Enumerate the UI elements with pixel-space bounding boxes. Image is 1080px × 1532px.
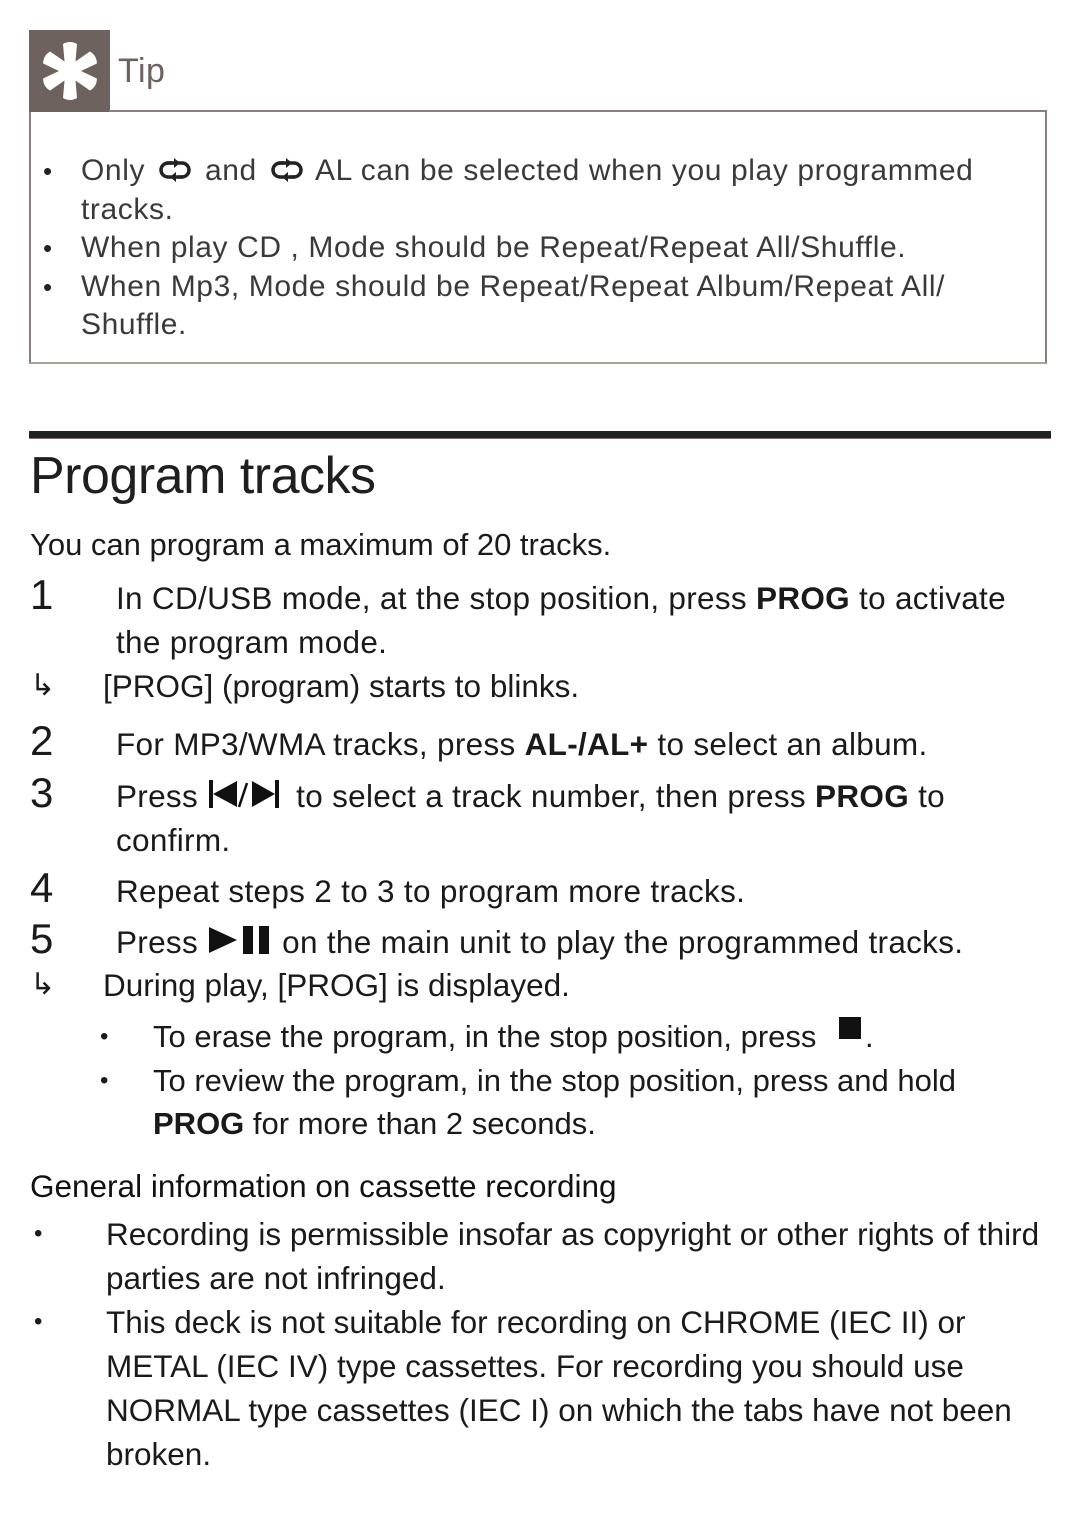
- notes-list: • To erase the program, in the stop posi…: [100, 1015, 1052, 1146]
- step-2: 2 For MP3/WMA tracks, press AL-/AL+ to s…: [30, 717, 1052, 766]
- tip-text: When Mp3, Mode should be Repeat/Repeat A…: [81, 269, 946, 342]
- step-number: 1: [30, 571, 54, 618]
- step-3: 3 Press to select a track number, then p…: [30, 769, 1052, 862]
- step-text: Press to select a track number, then pre…: [116, 774, 1052, 862]
- text: To review the program, in the stop posit…: [153, 1062, 957, 1098]
- result-arrow-icon: ↳: [30, 968, 56, 1001]
- tip-text: Only: [81, 154, 146, 187]
- step-text: Press on the main unit to play the progr…: [116, 920, 1052, 964]
- text: For MP3/WMA tracks, press: [116, 726, 516, 762]
- result-arrow-icon: ↳: [30, 669, 56, 702]
- step-5: 5 Press on the main unit to play the pro…: [30, 915, 1052, 964]
- bullet: •: [43, 233, 53, 263]
- step-4: 4 Repeat steps 2 to 3 to program more tr…: [30, 864, 1052, 913]
- bullet: •: [43, 271, 53, 302]
- repeat-icon: [159, 158, 191, 182]
- section-divider: [29, 431, 1051, 439]
- previous-next-icon: [209, 780, 280, 808]
- step-text: In CD/USB mode, at the stop position, pr…: [116, 576, 1052, 664]
- step-number: 5: [30, 915, 54, 962]
- text: Press: [116, 778, 199, 814]
- album-key: AL-/AL+: [524, 726, 649, 762]
- text: Recording is permissible insofar as copy…: [106, 1216, 1040, 1296]
- tip-text: and: [204, 154, 257, 187]
- tip-item: • Only and AL can be selected when you p…: [43, 152, 1005, 229]
- general-info-item: • This deck is not suitable for recordin…: [30, 1300, 1050, 1476]
- text: To erase the program, in the stop positi…: [153, 1019, 817, 1054]
- step-text: For MP3/WMA tracks, press AL-/AL+ to sel…: [116, 722, 1052, 766]
- prog-key: PROG: [153, 1106, 245, 1141]
- tip-item: • When play CD , Mode should be Repeat/R…: [43, 229, 1005, 268]
- bullet: •: [34, 1220, 43, 1247]
- result-text: [PROG] (program) starts to blinks.: [103, 668, 580, 704]
- general-info-heading: General information on cassette recordin…: [30, 1168, 617, 1204]
- text: Press: [116, 924, 199, 960]
- note-item: • To erase the program, in the stop posi…: [100, 1015, 1052, 1059]
- bullet: •: [43, 156, 53, 186]
- tip-icon-box: [29, 30, 110, 111]
- prog-key: PROG: [756, 580, 850, 616]
- tip-item: • When Mp3, Mode should be Repeat/Repeat…: [43, 268, 1005, 345]
- general-info-item: • Recording is permissible insofar as co…: [30, 1212, 1050, 1300]
- text: In CD/USB mode, at the stop position, pr…: [116, 580, 747, 616]
- tip-box: • Only and AL can be selected when you p…: [29, 110, 1047, 364]
- tip-text: When play CD , Mode should be Repeat/Rep…: [81, 231, 907, 264]
- bullet: •: [34, 1308, 43, 1335]
- asterisk-tip-icon: [42, 41, 97, 100]
- text: .: [865, 1019, 874, 1054]
- step-number: 2: [30, 717, 54, 764]
- step-5-result: ↳ During play, [PROG] is displayed.: [30, 963, 570, 1007]
- step-number: 3: [30, 769, 54, 816]
- text: This deck is not suitable for recording …: [106, 1304, 1012, 1472]
- tip-list: • Only and AL can be selected when you p…: [43, 152, 1005, 345]
- bullet: •: [100, 1023, 109, 1050]
- note-item: • To review the program, in the stop pos…: [100, 1059, 1052, 1146]
- step-text: Repeat steps 2 to 3 to program more trac…: [116, 873, 746, 909]
- repeat-icon: [271, 158, 303, 182]
- text: for more than 2 seconds.: [252, 1106, 596, 1141]
- text: to select an album.: [657, 726, 928, 762]
- section-title: Program tracks: [30, 447, 376, 505]
- step-number: 4: [30, 864, 54, 911]
- intro-text: You can program a maximum of 20 tracks.: [30, 527, 612, 562]
- stop-icon: [839, 1017, 862, 1039]
- general-info-list: • Recording is permissible insofar as co…: [30, 1212, 1050, 1476]
- step-1-result: ↳ [PROG] (program) starts to blinks.: [30, 664, 579, 708]
- result-text: During play, [PROG] is displayed.: [103, 967, 570, 1003]
- tip-title: Tip: [118, 52, 166, 90]
- play-pause-icon: [209, 926, 270, 954]
- prog-key: PROG: [815, 778, 909, 814]
- bullet: •: [100, 1066, 109, 1094]
- step-1: 1 In CD/USB mode, at the stop position, …: [30, 571, 1052, 664]
- text: on the main unit to play the programmed …: [282, 924, 964, 960]
- text: to select a track number, then press: [296, 778, 806, 814]
